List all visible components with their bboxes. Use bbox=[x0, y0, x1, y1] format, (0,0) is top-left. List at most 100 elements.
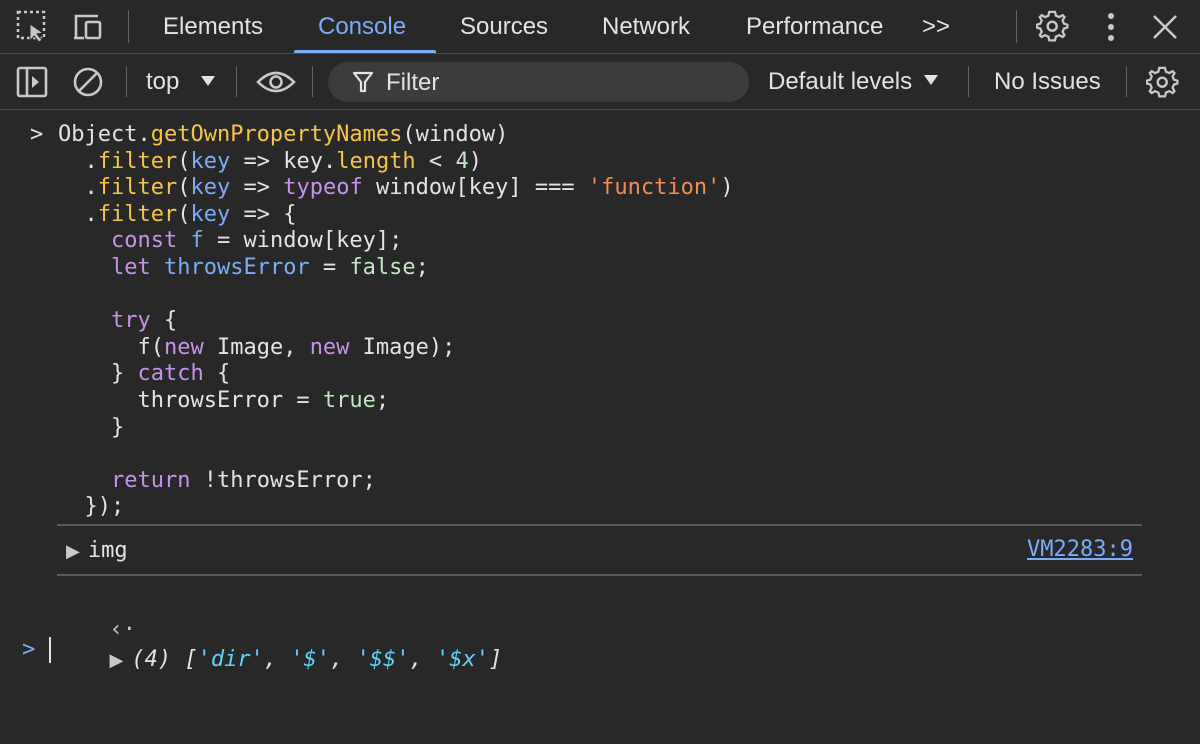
console-toolbar: top Default levels bbox=[0, 54, 1200, 110]
active-tab-indicator bbox=[294, 50, 436, 53]
issues-counter[interactable]: No Issues bbox=[994, 54, 1101, 109]
code-token: window[key] === bbox=[362, 175, 588, 201]
code-token: = bbox=[309, 254, 350, 280]
code-token: => { bbox=[230, 201, 297, 227]
tab-sources[interactable]: Sources bbox=[460, 0, 548, 53]
filter-funnel-icon bbox=[352, 71, 374, 98]
live-expression-eye-icon[interactable] bbox=[256, 66, 296, 103]
code-line: .filter(key => typeof window[key] === 'f… bbox=[58, 175, 734, 201]
code-line: const f = window[key]; bbox=[58, 228, 402, 253]
clear-console-icon[interactable] bbox=[72, 66, 104, 103]
code-token: false bbox=[349, 254, 416, 280]
code-token: key bbox=[190, 175, 231, 201]
code-token: Object. bbox=[58, 122, 151, 147]
code-line: } catch { bbox=[58, 361, 230, 386]
devtools-tab-bar: Elements Console Sources Network Perform… bbox=[0, 0, 1200, 54]
code-token: typeof bbox=[283, 175, 363, 201]
code-token: throwsError = bbox=[58, 387, 323, 413]
code-token: (window) bbox=[402, 122, 509, 147]
result-array-item: 'dir' bbox=[197, 647, 264, 672]
console-messages: > Object.getOwnPropertyNames(window) .fi… bbox=[0, 110, 1200, 744]
result-count: (4) bbox=[131, 647, 172, 672]
result-array-item: '$' bbox=[290, 647, 331, 672]
result-array: ['dir', '$', '$$', '$x'] bbox=[184, 647, 503, 672]
code-token: < bbox=[415, 148, 456, 174]
sidebar-toggle-icon[interactable] bbox=[16, 66, 48, 103]
close-icon[interactable] bbox=[1148, 10, 1182, 44]
code-line: } bbox=[58, 415, 124, 440]
expand-triangle-icon[interactable]: ▶ bbox=[66, 541, 80, 562]
code-token: key bbox=[190, 201, 231, 227]
tab-network[interactable]: Network bbox=[602, 0, 690, 53]
device-toolbar-icon[interactable] bbox=[72, 10, 106, 44]
inspect-element-icon[interactable] bbox=[16, 10, 50, 44]
code-token: const bbox=[110, 228, 178, 254]
code-token: getOwnPropertyNames bbox=[150, 122, 403, 147]
toolbar-divider bbox=[312, 66, 313, 97]
code-token: ; bbox=[375, 387, 390, 413]
code-token: key bbox=[190, 148, 231, 174]
context-selector[interactable]: top bbox=[146, 54, 179, 109]
code-token: 'function' bbox=[587, 175, 721, 201]
code-token: f bbox=[190, 228, 204, 254]
more-tabs-button[interactable]: >> bbox=[922, 0, 950, 53]
code-token: let bbox=[110, 254, 151, 280]
source-location-link[interactable]: VM2283:9 bbox=[1027, 537, 1133, 562]
code-line: try { bbox=[58, 308, 177, 333]
code-token: length bbox=[336, 148, 416, 174]
filter-box[interactable] bbox=[328, 62, 749, 104]
devtools-window: Elements Console Sources Network Perform… bbox=[0, 0, 1200, 744]
code-token: ) bbox=[468, 148, 482, 174]
more-options-icon[interactable] bbox=[1094, 10, 1128, 44]
code-line: .filter(key => key.length < 4) bbox=[58, 148, 482, 174]
code-token: } bbox=[58, 414, 125, 440]
code-line: f(new Image, new Image); bbox=[58, 335, 455, 360]
code-token: . bbox=[58, 175, 98, 201]
dropdown-triangle-icon[interactable] bbox=[200, 74, 216, 93]
console-prompt-line[interactable]: > bbox=[22, 635, 52, 665]
context-selector-label: top bbox=[146, 68, 180, 95]
log-levels-dropdown[interactable]: Default levels bbox=[768, 54, 939, 109]
tab-elements[interactable]: Elements bbox=[163, 0, 263, 53]
settings-gear-icon[interactable] bbox=[1035, 10, 1070, 44]
console-input-code[interactable]: Object.getOwnPropertyNames(window) .filt… bbox=[58, 122, 734, 521]
code-token: . bbox=[58, 148, 98, 174]
tab-console[interactable]: Console bbox=[318, 0, 406, 53]
filter-input[interactable] bbox=[384, 62, 738, 104]
console-log-message[interactable]: ▶ img bbox=[66, 536, 128, 566]
tab-performance[interactable]: Performance bbox=[746, 0, 883, 53]
code-token: filter bbox=[97, 201, 178, 227]
toolbar-divider bbox=[1016, 10, 1017, 43]
code-token: filter bbox=[97, 175, 178, 201]
code-token: } bbox=[58, 361, 138, 387]
code-line: Object.getOwnPropertyNames(window) bbox=[58, 122, 508, 147]
text-caret bbox=[49, 637, 52, 663]
code-token: ) bbox=[720, 175, 734, 201]
console-settings-gear-icon[interactable] bbox=[1145, 66, 1180, 105]
code-token: !throwsError; bbox=[190, 467, 376, 493]
code-token: ( bbox=[177, 148, 191, 174]
dropdown-triangle-icon bbox=[919, 68, 939, 95]
code-token: }); bbox=[58, 494, 125, 520]
code-line: throwsError = true; bbox=[58, 388, 389, 413]
code-token: ( bbox=[177, 175, 191, 201]
expand-triangle-icon[interactable]: ▶ bbox=[109, 650, 123, 671]
code-token: = window[key]; bbox=[203, 228, 403, 254]
code-token: throwsError bbox=[163, 254, 310, 280]
code-token: new bbox=[163, 334, 204, 360]
code-token: new bbox=[309, 334, 350, 360]
console-result-message[interactable]: ‹· ▶ (4) ['dir', '$', '$$', '$x'] bbox=[30, 585, 502, 672]
code-token: Image); bbox=[349, 334, 456, 360]
code-token: f( bbox=[58, 334, 164, 360]
code-line: .filter(key => { bbox=[58, 202, 296, 227]
code-token: Image, bbox=[203, 334, 310, 360]
log-levels-label: Default levels bbox=[768, 68, 913, 95]
code-token: return bbox=[110, 467, 191, 493]
code-token: true bbox=[322, 387, 376, 413]
code-token: . bbox=[58, 201, 98, 227]
